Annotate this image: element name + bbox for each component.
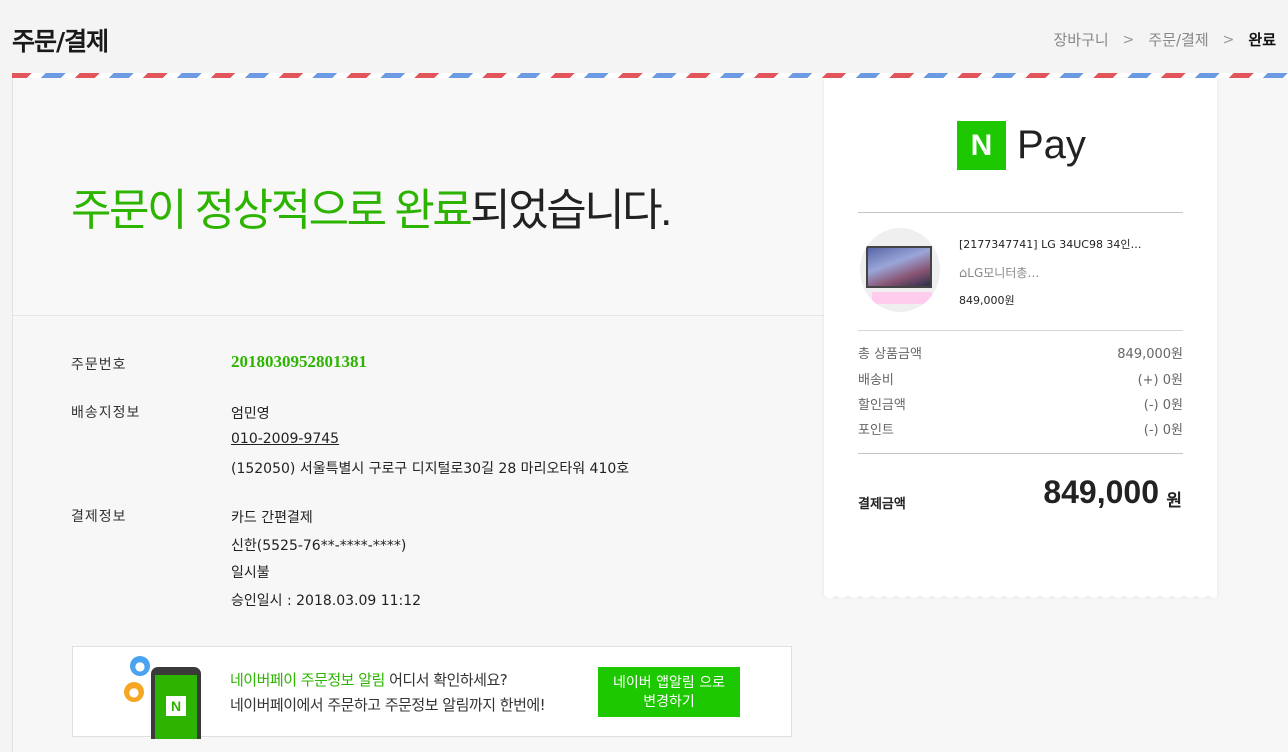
page-header: 주문/결제 장바구니 > 주문/결제 > 완료: [0, 0, 1288, 76]
order-number-label: 주문번호: [71, 357, 127, 373]
completion-hero: 주문이 정상적으로 완료되었습니다.: [13, 78, 825, 316]
recipient-name: 엄민영: [231, 406, 270, 422]
breadcrumb-cart: 장바구니: [1053, 31, 1109, 49]
breadcrumb-complete: 완료: [1248, 31, 1276, 49]
order-number: 2018030952801381: [231, 352, 367, 371]
page-title: 주문/결제: [12, 27, 109, 56]
banner-line1: 네이버페이 주문정보 알림 어디서 확인하세요?: [230, 669, 508, 690]
bell-icon: ●: [124, 682, 144, 702]
banner-line1-rest: 어디서 확인하세요?: [384, 671, 508, 689]
bell-icon: ●: [130, 656, 150, 676]
product-name[interactable]: [2177347741] LG 34UC98 34인…: [959, 236, 1142, 252]
headline-green: 주문이 정상적으로 완료: [71, 186, 473, 235]
card-info: 신한(5525-76**-****-****): [231, 538, 407, 554]
breadcrumb: 장바구니 > 주문/결제 > 완료: [1053, 29, 1276, 50]
chevron-right-icon: >: [1122, 31, 1135, 48]
banner-line2: 네이버페이에서 주문하고 주문정보 알림까지 한번에!: [230, 696, 546, 714]
button-line2: 변경하기: [643, 694, 695, 710]
naver-n-icon: N: [166, 696, 186, 716]
divider: [858, 453, 1183, 454]
receipt-zigzag-edge: [824, 592, 1217, 604]
button-line1: 네이버 앱알림 으로: [613, 675, 725, 691]
change-to-app-alert-button[interactable]: 네이버 앱알림 으로 변경하기: [598, 667, 740, 717]
total-unit: 원: [1166, 491, 1182, 511]
installment-info: 일시불: [231, 565, 270, 581]
chevron-right-icon: >: [1222, 31, 1235, 48]
seller-name[interactable]: ⌂LG모니터총…: [959, 264, 1039, 281]
divider: [858, 212, 1183, 213]
pay-text: Pay: [1017, 123, 1086, 167]
breadcrumb-checkout: 주문/결제: [1148, 31, 1209, 49]
payment-label: 결제정보: [71, 509, 127, 525]
shipping-label: 배송지정보: [71, 405, 141, 421]
completion-headline: 주문이 정상적으로 완료되었습니다.: [71, 174, 672, 238]
payment-method: 카드 간편결제: [231, 510, 313, 526]
product-price: 849,000원: [959, 294, 1015, 307]
divider: [858, 330, 1183, 331]
total-label: 결제금액: [858, 497, 906, 512]
phone-icon: N: [151, 667, 201, 739]
recipient-phone: 010-2009-9745: [231, 431, 340, 447]
shipping-address: (152050) 서울특별시 구로구 디지털로30길 28 마리오타워 410호: [231, 461, 630, 477]
approval-time: 승인일시 : 2018.03.09 11:12: [231, 593, 422, 609]
monitor-image: [866, 246, 932, 288]
payment-receipt: N Pay [2177347741] LG 34UC98 34인… ⌂LG모니터…: [824, 78, 1217, 596]
notification-banner: ● ● N 네이버페이 주문정보 알림 어디서 확인하세요? 네이버페이에서 주…: [72, 646, 792, 739]
product-thumbnail[interactable]: [860, 228, 940, 312]
npay-logo: N Pay: [957, 121, 1086, 170]
total-amount: 849,000: [1043, 474, 1159, 510]
banner-line1-highlight: 네이버페이 주문정보 알림: [230, 671, 385, 689]
headline-black: 되었습니다.: [470, 186, 672, 235]
naver-n-icon: N: [957, 121, 1006, 170]
